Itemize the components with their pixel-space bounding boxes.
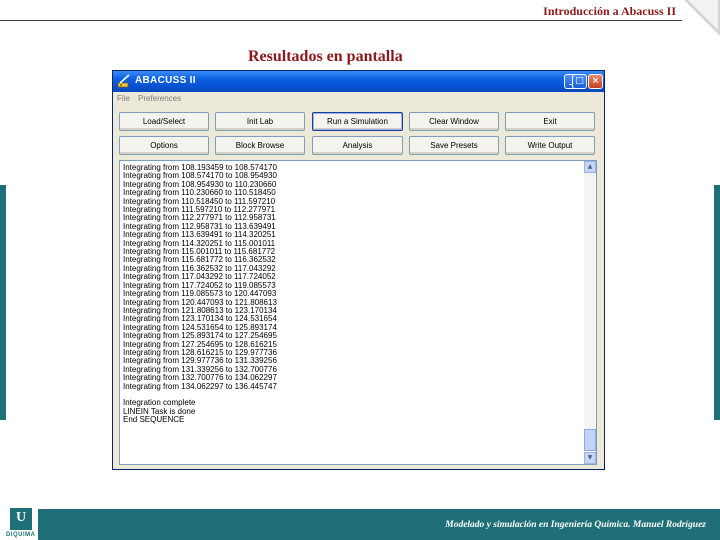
- save-presets-button[interactable]: Save Presets: [409, 136, 499, 155]
- scroll-up-arrow-icon[interactable]: ▲: [584, 161, 596, 173]
- header-divider: [0, 20, 682, 21]
- menu-file[interactable]: File: [117, 94, 130, 103]
- logo-mark: U: [10, 508, 32, 530]
- init-lab-button[interactable]: Init Lab: [215, 112, 305, 131]
- run-simulation-button[interactable]: Run a Simulation: [312, 112, 403, 131]
- load-select-button[interactable]: Load/Select: [119, 112, 209, 131]
- app-icon: [117, 74, 130, 88]
- slide-header: Introducción a Abacuss II: [543, 4, 676, 18]
- slide-title: Resultados en pantalla: [248, 48, 403, 65]
- scroll-thumb[interactable]: [584, 429, 596, 451]
- vertical-scrollbar[interactable]: ▲ ▼: [584, 161, 596, 464]
- menu-bar: File Preferences: [113, 92, 604, 106]
- output-lines: Integrating from 108.193459 to 108.57417…: [123, 163, 277, 425]
- title-bar[interactable]: ABACUSS II _ □ ×: [113, 71, 604, 92]
- university-logo: U DIQUIMA: [6, 506, 36, 540]
- footer-text: Modelado y simulación en Ingeniería Quím…: [445, 520, 706, 530]
- abacuss-window: ABACUSS II _ □ × File Preferences Load/S…: [112, 70, 605, 470]
- output-log[interactable]: Integrating from 108.193459 to 108.57417…: [119, 160, 597, 465]
- analysis-button[interactable]: Analysis: [312, 136, 403, 155]
- exit-button[interactable]: Exit: [505, 112, 595, 131]
- block-browse-button[interactable]: Block Browse: [215, 136, 305, 155]
- clear-window-button[interactable]: Clear Window: [409, 112, 499, 131]
- corner-decoration-inner: [688, 0, 718, 30]
- right-accent-bar: [714, 185, 720, 420]
- maximize-button[interactable]: □: [572, 74, 587, 89]
- menu-preferences[interactable]: Preferences: [138, 94, 181, 103]
- left-accent-bar: [0, 185, 6, 420]
- scroll-down-arrow-icon[interactable]: ▼: [584, 452, 596, 464]
- log-line: End SEQUENCE: [123, 415, 185, 425]
- options-button[interactable]: Options: [119, 136, 209, 155]
- log-line: Integrating from 134.062297 to 136.44574…: [123, 381, 277, 391]
- logo-caption: DIQUIMA: [6, 532, 36, 538]
- close-button[interactable]: ×: [588, 74, 603, 89]
- write-output-button[interactable]: Write Output: [505, 136, 595, 155]
- window-title: ABACUSS II: [135, 75, 196, 86]
